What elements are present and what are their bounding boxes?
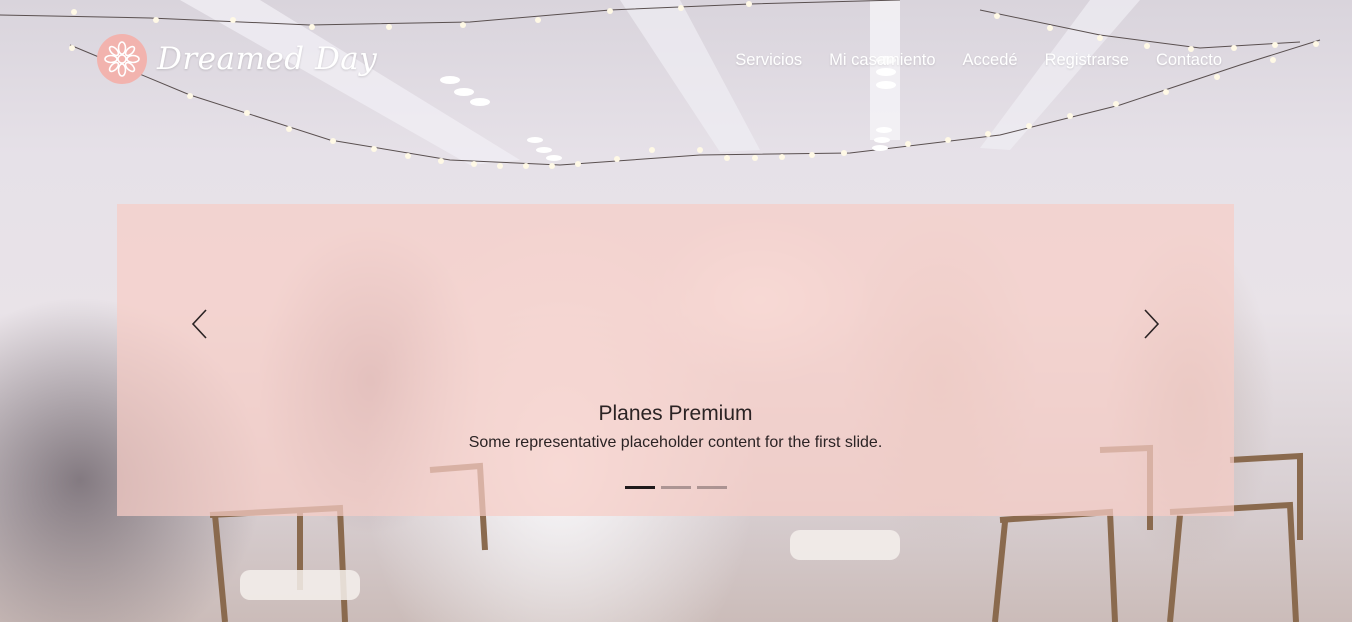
slide-text: Some representative placeholder content … bbox=[468, 434, 883, 451]
nav-link-accede[interactable]: Accedé bbox=[963, 51, 1018, 70]
string-lights-decoration bbox=[0, 0, 1321, 169]
carousel-indicator-1[interactable] bbox=[624, 486, 655, 489]
nav-link-mi-casamiento[interactable]: Mi casamiento bbox=[829, 51, 935, 70]
brand-name: Dreamed Day bbox=[157, 41, 378, 77]
carousel-prev-button[interactable] bbox=[180, 304, 220, 344]
slide-title: Planes Premium bbox=[598, 402, 753, 425]
carousel-indicator-2[interactable] bbox=[660, 486, 691, 489]
chevron-left-icon bbox=[191, 309, 207, 339]
carousel-indicator-3[interactable] bbox=[696, 486, 727, 489]
carousel-next-button[interactable] bbox=[1131, 304, 1171, 344]
main-nav: Servicios Mi casamiento Accedé Registrar… bbox=[735, 51, 1222, 70]
hero-background: Dreamed Day Servicios Mi casamiento Acce… bbox=[0, 0, 1352, 622]
chevron-right-icon bbox=[1144, 309, 1160, 339]
flower-logo-icon bbox=[97, 34, 147, 84]
carousel-indicators bbox=[117, 486, 1234, 489]
carousel-caption: Planes Premium Some representative place… bbox=[117, 402, 1234, 452]
brand-logo[interactable]: Dreamed Day bbox=[97, 34, 377, 84]
nav-link-registrarse[interactable]: Registrarse bbox=[1045, 51, 1129, 70]
nav-link-servicios[interactable]: Servicios bbox=[735, 51, 802, 70]
nav-link-contacto[interactable]: Contacto bbox=[1156, 51, 1222, 70]
hero-carousel: Planes Premium Some representative place… bbox=[117, 204, 1234, 516]
